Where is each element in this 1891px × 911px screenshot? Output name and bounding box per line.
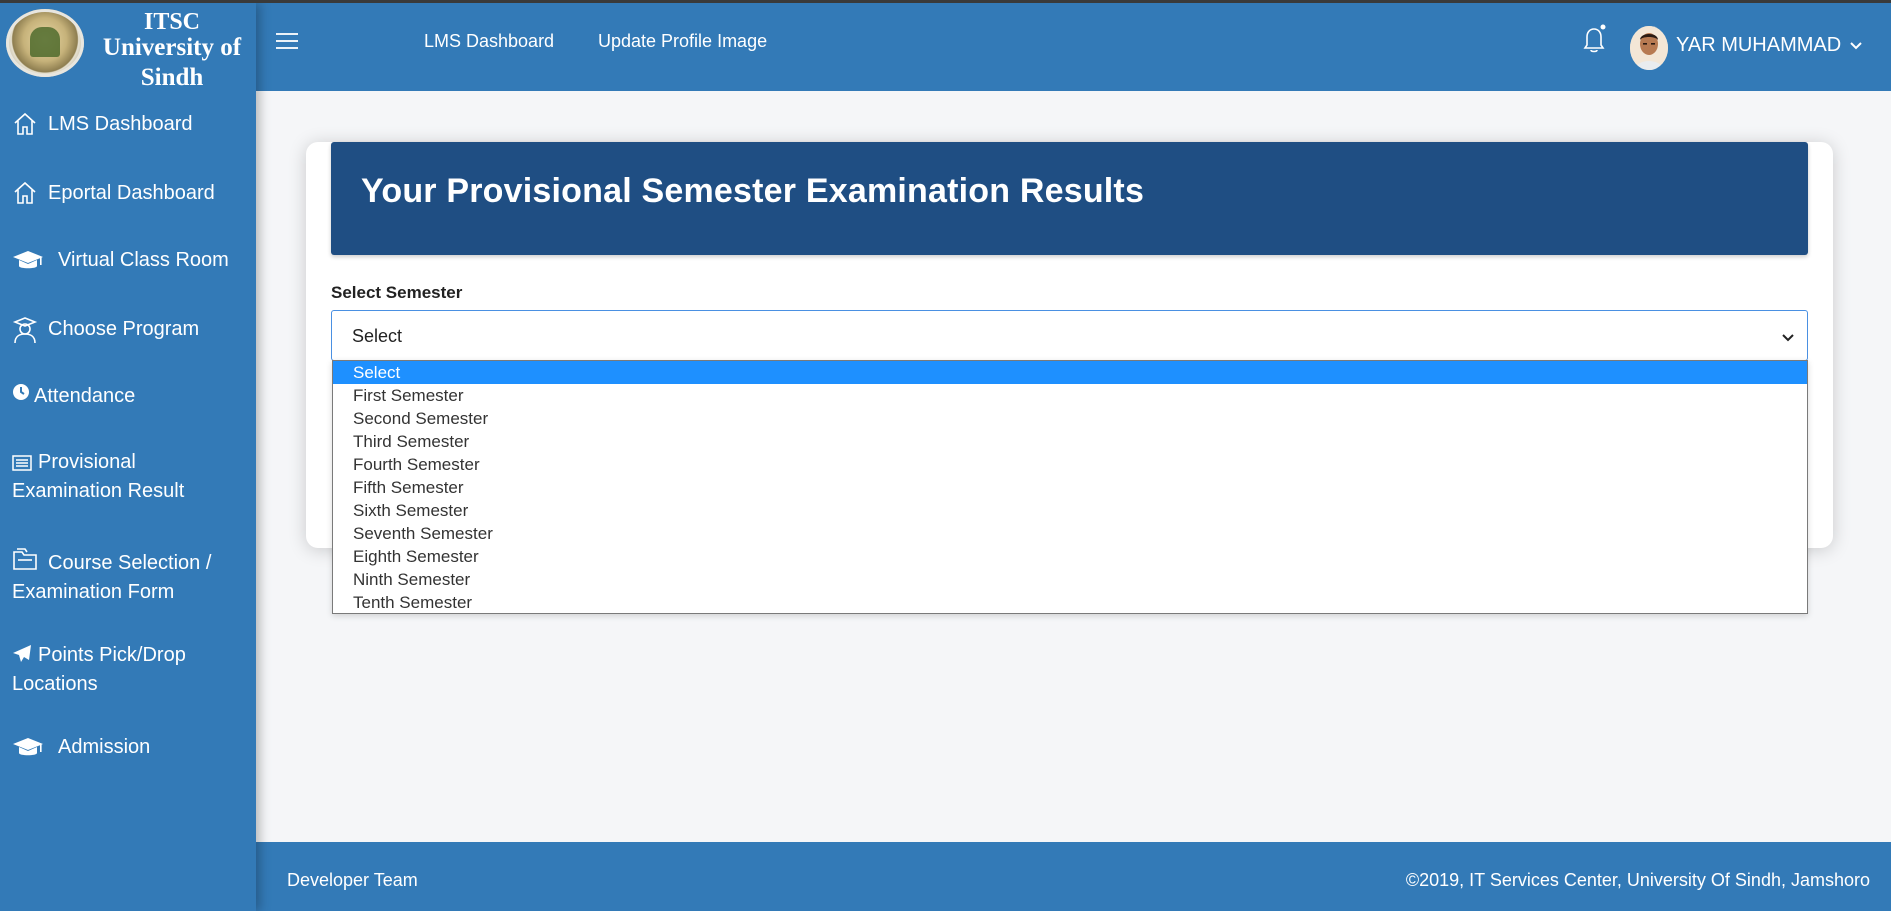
semester-dropdown-list: Select First Semester Second Semester Th… — [332, 360, 1808, 614]
results-banner: Your Provisional Semester Examination Re… — [331, 142, 1808, 255]
dropdown-option[interactable]: Second Semester — [333, 407, 1807, 430]
dropdown-option[interactable]: Ninth Semester — [333, 568, 1807, 591]
dropdown-option[interactable]: Eighth Semester — [333, 545, 1807, 568]
sidebar-item-points-pick-drop[interactable]: Points Pick/Drop Locations — [12, 641, 212, 699]
user-avatar[interactable] — [1630, 26, 1668, 70]
menu-toggle-icon[interactable] — [276, 33, 298, 49]
home-icon — [12, 180, 38, 206]
sidebar-item-provisional-result[interactable]: Provisional Examination Result — [12, 448, 212, 506]
sidebar-item-label: Course Selection / Examination Form — [12, 552, 212, 603]
dropdown-option[interactable]: Sixth Semester — [333, 499, 1807, 522]
sidebar-item-attendance[interactable]: Attendance — [12, 382, 248, 411]
page-title: Your Provisional Semester Examination Re… — [361, 172, 1145, 210]
dropdown-option[interactable]: Select — [333, 361, 1807, 384]
user-name: YAR MUHAMMAD — [1676, 34, 1842, 56]
user-graduate-icon — [12, 316, 38, 344]
logo-line-2: University of Sindh — [102, 34, 242, 91]
clock-icon — [12, 383, 30, 401]
footer-copyright: ©2019, IT Services Center, University Of… — [1405, 870, 1870, 890]
folder-icon — [12, 546, 38, 572]
chevron-down-icon — [1781, 327, 1795, 348]
logo-text: ITSC University of Sindh — [92, 7, 252, 93]
sidebar-item-label: Admission — [58, 736, 151, 758]
dropdown-option[interactable]: Fifth Semester — [333, 476, 1807, 499]
sidebar-item-label: Points Pick/Drop Locations — [12, 644, 186, 695]
list-alt-icon — [12, 455, 32, 471]
dropdown-option[interactable]: Seventh Semester — [333, 522, 1807, 545]
sidebar-item-label: Choose Program — [48, 318, 200, 340]
notification-bell-icon[interactable] — [1580, 23, 1608, 55]
university-logo[interactable]: ITSC University of Sindh — [6, 7, 250, 91]
header-link-lms-dashboard[interactable]: LMS Dashboard — [424, 31, 554, 52]
page-footer: Developer Team ©2019, IT Services Center… — [256, 842, 1891, 911]
sidebar-item-virtual-class-room[interactable]: Virtual Class Room — [12, 246, 248, 275]
university-seal-icon — [6, 9, 84, 77]
semester-select[interactable]: Select — [331, 310, 1808, 361]
graduation-cap-icon — [12, 734, 44, 760]
top-header: LMS Dashboard Update Profile Image YAR M… — [256, 3, 1891, 91]
home-icon — [12, 111, 38, 137]
sidebar-item-course-selection[interactable]: Course Selection / Examination Form — [12, 545, 232, 607]
sidebar-item-admission[interactable]: Admission — [12, 733, 248, 762]
sidebar-item-label: Eportal Dashboard — [48, 182, 215, 204]
chevron-down-icon — [1849, 34, 1863, 57]
dropdown-option[interactable]: Third Semester — [333, 430, 1807, 453]
sidebar: ITSC University of Sindh LMS Dashboard E… — [0, 3, 256, 911]
graduation-cap-icon — [12, 247, 44, 273]
footer-developer-team[interactable]: Developer Team — [287, 870, 418, 891]
sidebar-item-choose-program[interactable]: Choose Program — [12, 315, 248, 344]
semester-select-value: Select — [352, 326, 403, 346]
sidebar-item-label: Provisional Examination Result — [12, 451, 185, 502]
select-semester-label: Select Semester — [331, 283, 463, 302]
sidebar-item-label: Virtual Class Room — [58, 249, 229, 271]
sidebar-item-label: LMS Dashboard — [48, 113, 193, 135]
dropdown-option[interactable]: Fourth Semester — [333, 453, 1807, 476]
sidebar-item-lms-dashboard[interactable]: LMS Dashboard — [12, 110, 248, 139]
dropdown-option[interactable]: Tenth Semester — [333, 591, 1807, 614]
header-link-update-profile-image[interactable]: Update Profile Image — [598, 31, 767, 52]
window-top-border — [0, 0, 1891, 3]
dropdown-option[interactable]: First Semester — [333, 384, 1807, 407]
sidebar-item-label: Attendance — [34, 385, 136, 407]
user-menu[interactable]: YAR MUHAMMAD — [1676, 34, 1863, 57]
paper-plane-icon — [12, 644, 32, 664]
sidebar-item-eportal-dashboard[interactable]: Eportal Dashboard — [12, 179, 248, 208]
